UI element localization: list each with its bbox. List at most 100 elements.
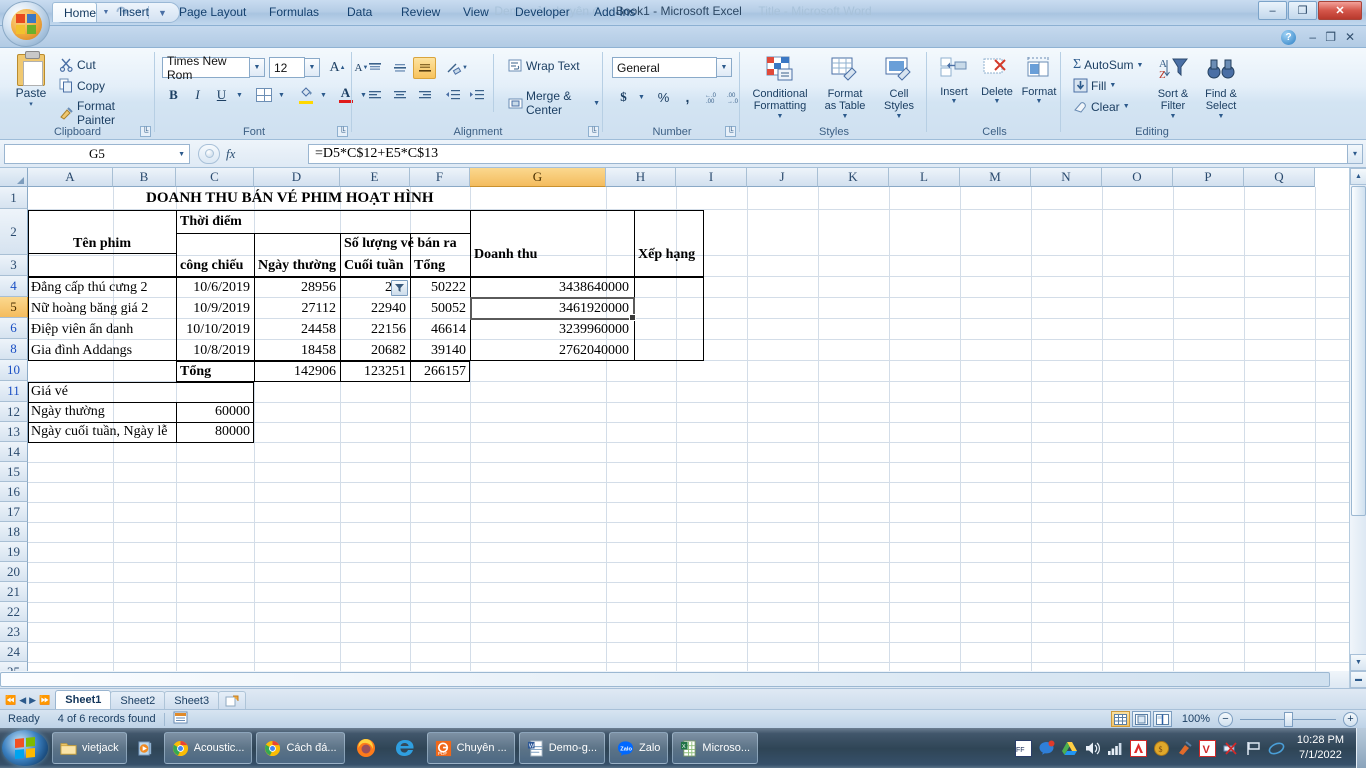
row-header-17[interactable]: 17: [0, 502, 28, 522]
decrease-indent-button[interactable]: [441, 84, 464, 106]
cell-title[interactable]: DOANH THU BÁN VÉ PHIM HOẠT HÌNH: [143, 187, 523, 209]
row-header-1[interactable]: 1: [0, 187, 28, 209]
tab-view[interactable]: View: [452, 2, 500, 22]
insert-worksheet-button[interactable]: [218, 691, 247, 709]
horizontal-scroll-thumb[interactable]: [0, 672, 1330, 687]
cell-styles-button[interactable]: Cell Styles ▼: [875, 54, 923, 123]
increase-decimal-button[interactable]: ←.0.00: [700, 86, 723, 108]
format-cells-button[interactable]: Format ▼: [1019, 54, 1059, 108]
cell-G8[interactable]: 2762040000: [471, 340, 632, 361]
taskbar-item-firefox[interactable]: [349, 732, 383, 764]
tab-formulas[interactable]: Formulas: [258, 2, 330, 22]
cell-header-cuoi-tuan[interactable]: Cuối tuần: [341, 255, 410, 276]
format-painter-button[interactable]: Format Painter: [56, 98, 155, 128]
cell-header-cong-chieu[interactable]: công chiếu: [177, 255, 254, 276]
avira-icon[interactable]: [1129, 739, 1147, 757]
formula-input[interactable]: =D5*C$12+E5*C$13: [308, 143, 1347, 164]
row-header-13[interactable]: 13: [0, 422, 28, 442]
tab-add-ins[interactable]: Add-Ins: [583, 2, 646, 22]
row-header-8[interactable]: 8: [0, 339, 28, 360]
volume-icon[interactable]: [1084, 740, 1101, 757]
cell-G5[interactable]: 3461920000: [471, 298, 632, 319]
cell-A4[interactable]: Đẳng cấp thú cưng 2: [28, 277, 176, 298]
taskbar-item-chrome-cachda[interactable]: Cách đá...: [256, 732, 345, 764]
increase-indent-button[interactable]: [465, 84, 488, 106]
cell-area[interactable]: DOANH THU BÁN VÉ PHIM HOẠT HÌNH Tên phim…: [28, 187, 1349, 688]
sheet-tab-sheet2[interactable]: Sheet2: [110, 691, 166, 709]
cell-E10[interactable]: 123251: [341, 361, 409, 382]
row-header-22[interactable]: 22: [0, 602, 28, 622]
column-header-Q[interactable]: Q: [1244, 168, 1315, 187]
italic-button[interactable]: I: [186, 84, 209, 106]
clipboard-dialog-launcher[interactable]: ╚: [140, 126, 151, 137]
v-icon[interactable]: V: [1198, 739, 1216, 757]
autofilter-dropdown-button[interactable]: [391, 280, 408, 296]
tab-review[interactable]: Review: [390, 2, 451, 22]
zalo-tray-icon[interactable]: [1038, 740, 1055, 757]
borders-button[interactable]: [252, 84, 275, 106]
number-format-input[interactable]: General: [612, 57, 717, 78]
sheet-tab-sheet3[interactable]: Sheet3: [164, 691, 220, 709]
cell-F5[interactable]: 50052: [411, 298, 469, 319]
cleaner-icon[interactable]: [1176, 740, 1193, 757]
column-header-N[interactable]: N: [1031, 168, 1102, 187]
network-icon[interactable]: [1107, 740, 1124, 757]
sheet-tab-sheet1[interactable]: Sheet1: [55, 690, 112, 709]
row-header-3[interactable]: 3: [0, 255, 28, 276]
font-dialog-launcher[interactable]: ╚: [337, 126, 348, 137]
cell-D4[interactable]: 28956: [255, 277, 339, 298]
percent-style-button[interactable]: %: [652, 86, 675, 108]
scroll-down-button[interactable]: ▼: [1350, 654, 1366, 671]
row-header-5[interactable]: 5: [0, 297, 28, 318]
alignment-dialog-launcher[interactable]: ╚: [588, 126, 599, 137]
start-button[interactable]: [2, 730, 48, 766]
expand-formula-bar-button[interactable]: ▾: [1347, 143, 1363, 164]
column-header-I[interactable]: I: [676, 168, 747, 187]
minimize-ribbon-button[interactable]: –: [1309, 30, 1316, 44]
number-dialog-launcher[interactable]: ╚: [725, 126, 736, 137]
wrap-text-button[interactable]: Wrap Text: [505, 57, 583, 74]
zoom-slider[interactable]: [1240, 711, 1336, 727]
format-as-table-button[interactable]: Format as Table ▼: [817, 54, 873, 123]
borders-dropdown[interactable]: ▼: [274, 86, 289, 105]
column-header-C[interactable]: C: [176, 168, 254, 187]
taskbar-item-chrome-acoustic[interactable]: Acoustic...: [163, 732, 253, 764]
bold-button[interactable]: B: [162, 84, 185, 106]
conditional-formatting-button[interactable]: Conditional Formatting ▼: [747, 54, 813, 123]
page-break-view-button[interactable]: [1152, 711, 1172, 727]
next-sheet-button[interactable]: ▶: [29, 695, 36, 706]
paste-button[interactable]: Paste ▾: [8, 51, 54, 118]
cell-E8[interactable]: 20682: [341, 340, 409, 361]
cell-A13[interactable]: Ngày cuối tuần, Ngày lễ: [28, 422, 176, 442]
tab-data[interactable]: Data: [336, 2, 383, 22]
insert-cells-button[interactable]: Insert ▼: [934, 54, 974, 108]
row-header-11[interactable]: 11: [0, 381, 28, 402]
cell-A6[interactable]: Điệp viên ẩn danh: [28, 319, 176, 340]
sort-filter-button[interactable]: AZ Sort & Filter ▼: [1150, 54, 1196, 123]
close-button[interactable]: ✕: [1318, 1, 1362, 20]
row-header-24[interactable]: 24: [0, 642, 28, 662]
office-button[interactable]: [2, 1, 50, 47]
align-left-button[interactable]: [363, 84, 386, 106]
column-header-F[interactable]: F: [410, 168, 470, 187]
row-header-4[interactable]: 4: [0, 276, 28, 297]
row-header-14[interactable]: 14: [0, 442, 28, 462]
row-header-21[interactable]: 21: [0, 582, 28, 602]
font-name-dropdown[interactable]: ▼: [250, 58, 265, 77]
taskbar-item-media-player[interactable]: [131, 732, 160, 764]
tab-developer[interactable]: Developer: [504, 2, 581, 22]
column-header-J[interactable]: J: [747, 168, 818, 187]
row-header-10[interactable]: 10: [0, 360, 28, 381]
row-header-2[interactable]: 2: [0, 209, 28, 255]
increase-font-size-button[interactable]: A ▲: [326, 57, 349, 79]
restore-ribbon-button[interactable]: ❐: [1325, 30, 1336, 44]
cell-C12[interactable]: 60000: [177, 402, 253, 422]
tab-home[interactable]: Home: [52, 2, 97, 22]
font-size-dropdown[interactable]: ▼: [305, 58, 320, 77]
cell-A12[interactable]: Ngày thường: [28, 402, 176, 422]
column-header-P[interactable]: P: [1173, 168, 1244, 187]
taskbar-item-excel-active[interactable]: X Microso...: [672, 732, 759, 764]
row-header-16[interactable]: 16: [0, 482, 28, 502]
cell-C6[interactable]: 10/10/2019: [177, 319, 253, 340]
column-header-A[interactable]: A: [28, 168, 113, 187]
